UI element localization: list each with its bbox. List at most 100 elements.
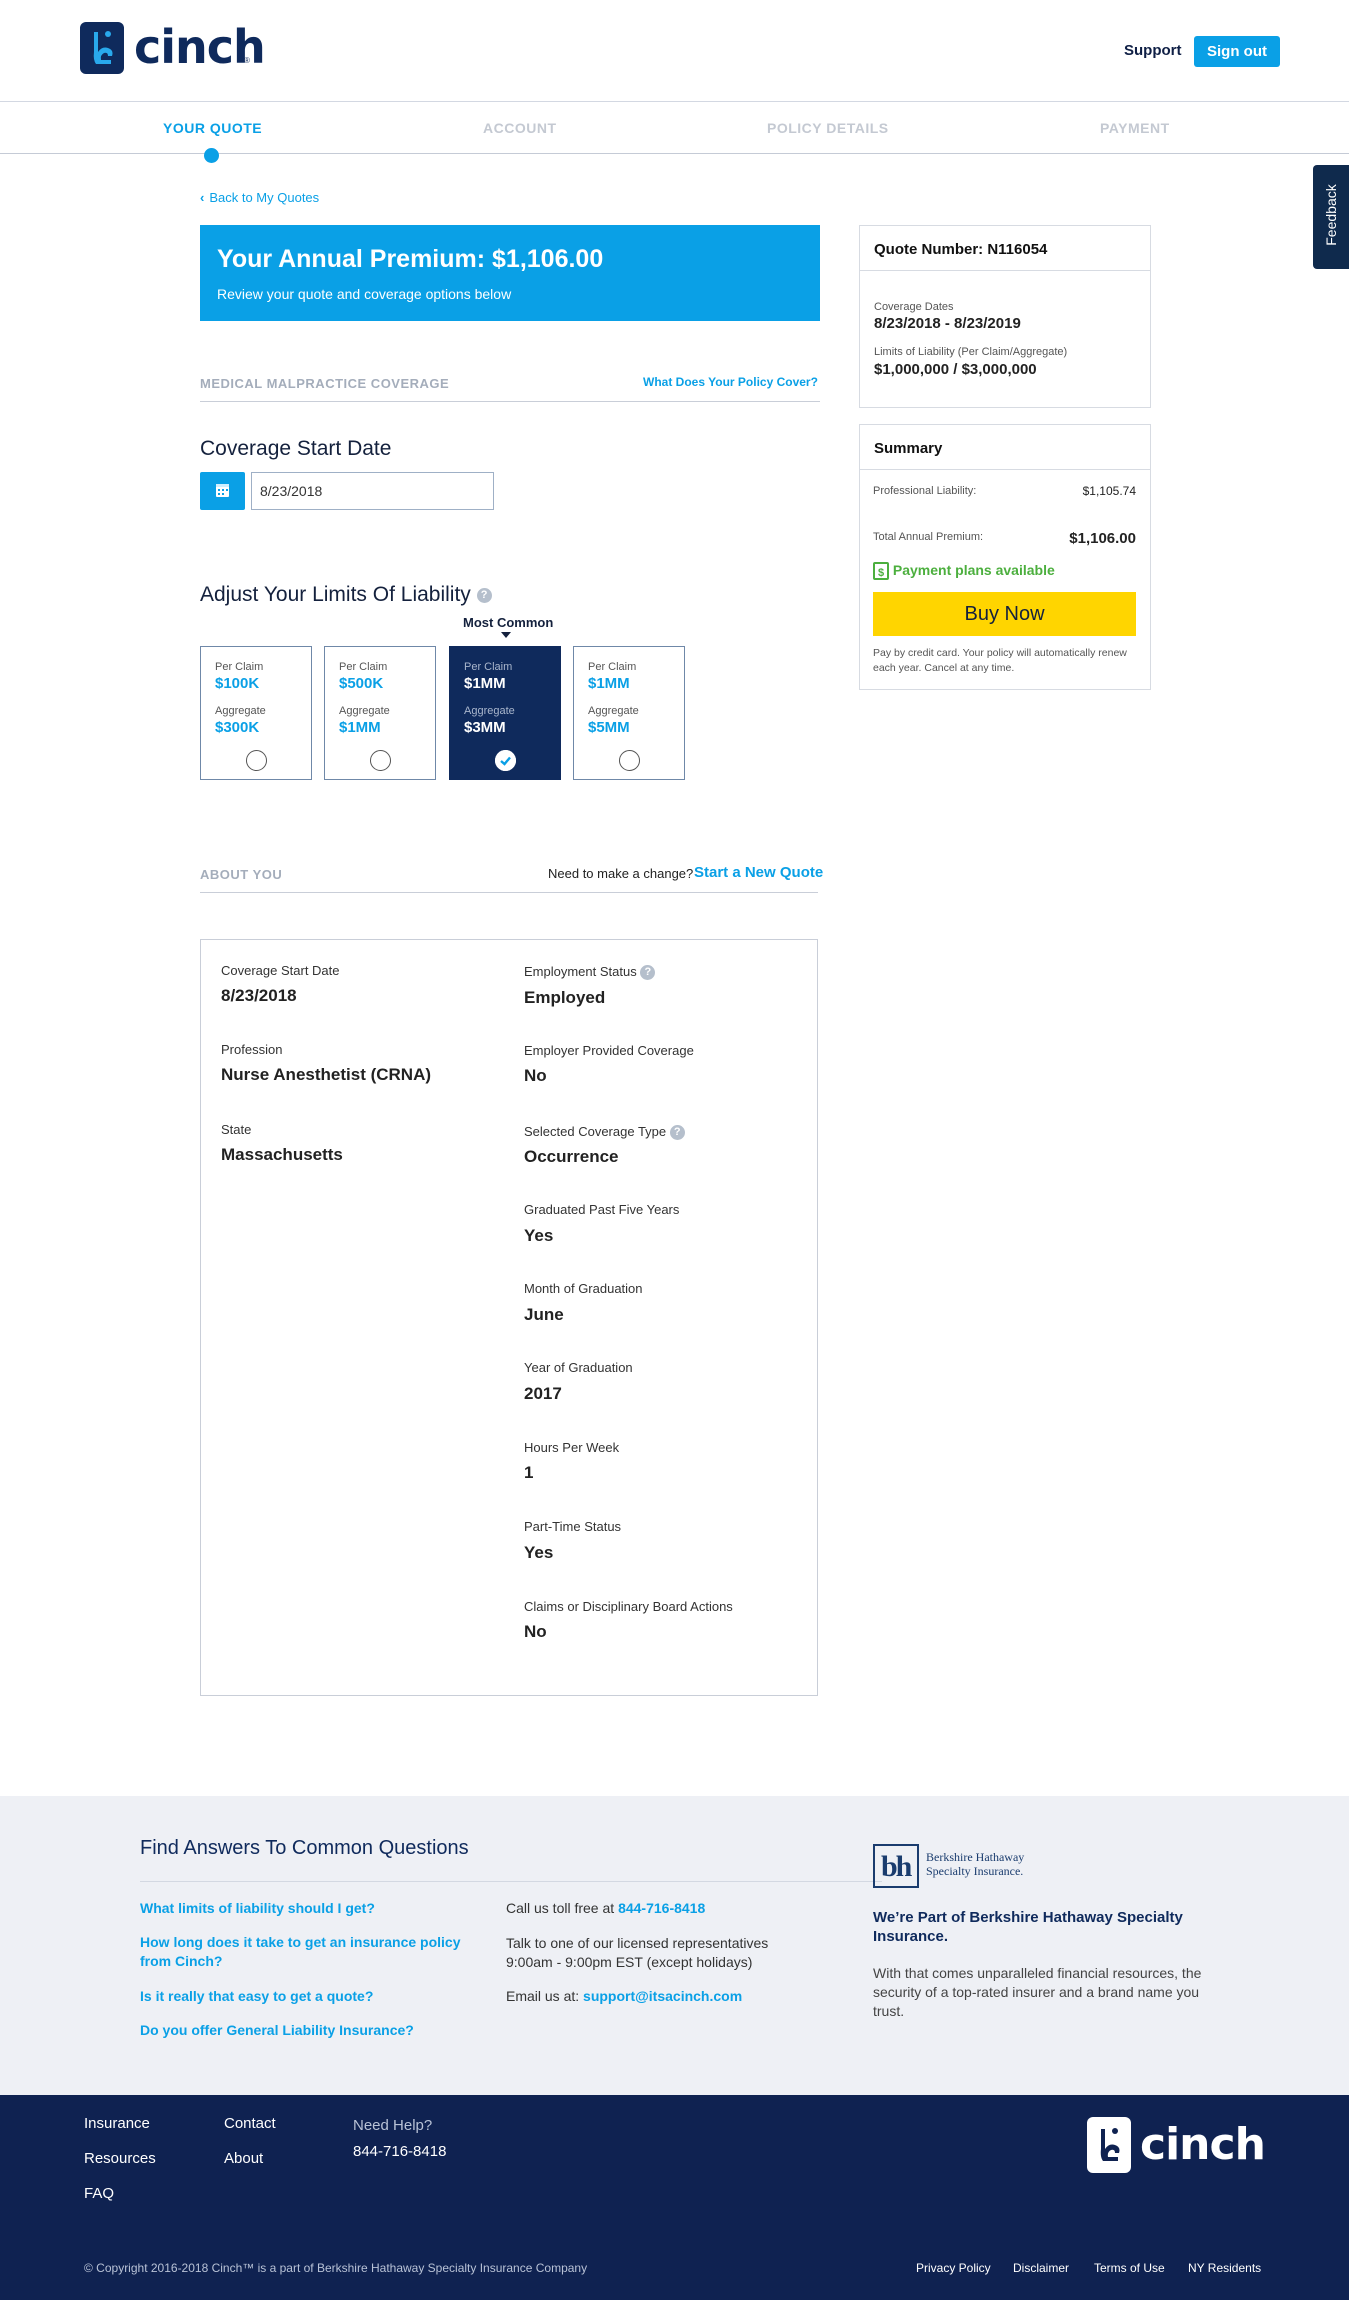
terms-of-use-link[interactable]: Terms of Use: [1094, 2261, 1165, 2275]
site-header: cinch ® Support Sign out: [0, 0, 1349, 102]
field-label: Profession: [221, 1042, 283, 1057]
aggregate-value: $5MM: [588, 719, 630, 736]
limit-option-1mm-3mm[interactable]: Per Claim $1MM Aggregate $3MM: [449, 646, 561, 780]
field-label: Selected Coverage Type ?: [524, 1124, 685, 1141]
field-label: Employer Provided Coverage: [524, 1043, 694, 1058]
cinch-logo-icon[interactable]: [1087, 2117, 1131, 2173]
down-arrow-icon: [501, 632, 511, 638]
footer-link-contact[interactable]: Contact: [224, 2115, 276, 2132]
payment-plans-link[interactable]: $ Payment plans available: [873, 562, 1055, 581]
aggregate-label: Aggregate: [339, 705, 390, 717]
email-link[interactable]: support@itsacinch.com: [583, 1988, 742, 2004]
aggregate-label: Aggregate: [464, 705, 515, 717]
buy-now-button[interactable]: Buy Now: [873, 592, 1136, 636]
field-value: 1: [524, 1463, 534, 1482]
quote-number: Quote Number: N116054: [874, 241, 1048, 258]
calendar-button[interactable]: [200, 472, 245, 510]
section-divider: [200, 892, 818, 893]
coverage-section-title: MEDICAL MALPRACTICE COVERAGE: [200, 376, 450, 391]
call-info: Call us toll free at 844-716-8418: [506, 1900, 705, 1916]
current-step-indicator: [204, 148, 219, 163]
radio-button[interactable]: [370, 750, 391, 771]
field-label-text: Employment Status: [524, 964, 637, 979]
email-text: Email us at:: [506, 1988, 580, 2004]
limit-option-500k[interactable]: Per Claim $500K Aggregate $1MM: [324, 646, 436, 780]
coverage-start-date-input[interactable]: [251, 472, 494, 510]
coverage-dates-value: 8/23/2018 - 8/23/2019: [874, 315, 1021, 332]
per-claim-label: Per Claim: [588, 661, 637, 673]
calendar-icon: [216, 484, 229, 497]
aggregate-value: $300K: [215, 719, 260, 736]
field-value: Yes: [524, 1226, 554, 1245]
help-icon[interactable]: ?: [640, 965, 656, 981]
per-claim-value: $1MM: [464, 675, 506, 692]
aggregate-value: $3MM: [464, 719, 506, 736]
start-new-quote-link[interactable]: Start a New Quote: [694, 864, 823, 881]
aggregate-label: Aggregate: [588, 705, 639, 717]
field-label: Employment Status ?: [524, 964, 656, 981]
faq-question[interactable]: Do you offer General Liability Insurance…: [140, 2022, 414, 2038]
field-label: Year of Graduation: [524, 1360, 633, 1375]
most-common-label: Most Common: [463, 615, 554, 630]
professional-liability-value: $1,105.74: [1082, 484, 1136, 498]
bh-logo-line-2: Specialty Insurance.: [926, 1864, 1024, 1878]
cinch-logo-wordmark[interactable]: cinch: [134, 20, 266, 74]
field-label: Coverage Start Date: [221, 963, 340, 978]
help-icon[interactable]: ?: [669, 1125, 685, 1141]
faq-section: Find Answers To Common Questions What li…: [0, 1796, 1349, 2095]
step-your-quote[interactable]: YOUR QUOTE: [163, 120, 262, 136]
limit-option-1mm-5mm[interactable]: Per Claim $1MM Aggregate $5MM: [573, 646, 685, 780]
footer-link-about[interactable]: About: [224, 2150, 263, 2167]
footer-link-insurance[interactable]: Insurance: [84, 2115, 150, 2132]
faq-question[interactable]: What limits of liability should I get?: [140, 1900, 375, 1916]
footer-link-faq[interactable]: FAQ: [84, 2185, 114, 2202]
cinch-logo-wordmark[interactable]: cinch: [1140, 2119, 1266, 2170]
footer-link-resources[interactable]: Resources: [84, 2150, 156, 2167]
phone-link[interactable]: 844-716-8418: [618, 1900, 705, 1916]
payment-plans-text: Payment plans available: [892, 562, 1055, 578]
about-you-section-title: ABOUT YOU: [200, 867, 283, 882]
limit-option-100k[interactable]: Per Claim $100K Aggregate $300K: [200, 646, 312, 780]
svg-text:$: $: [878, 567, 884, 579]
support-link[interactable]: Support: [1124, 42, 1182, 59]
per-claim-value: $500K: [339, 675, 384, 692]
cinch-logo-icon[interactable]: [80, 22, 124, 74]
radio-button[interactable]: [246, 750, 267, 771]
sign-out-button[interactable]: Sign out: [1194, 36, 1280, 67]
total-premium-label: Total Annual Premium:: [873, 531, 984, 543]
help-icon[interactable]: ?: [476, 587, 492, 603]
coverage-dates-label: Coverage Dates: [874, 301, 954, 313]
faq-question[interactable]: Is it really that easy to get a quote?: [140, 1988, 373, 2004]
bh-logo-line-1: Berkshire Hathaway: [926, 1850, 1025, 1864]
email-info: Email us at: support@itsacinch.com: [506, 1988, 742, 2004]
per-claim-label: Per Claim: [215, 661, 264, 673]
faq-question[interactable]: How long does it take to get an insuranc…: [140, 1933, 480, 1971]
copyright: © Copyright 2016-2018 Cinch™ is a part o…: [84, 2261, 588, 2275]
field-label: State: [221, 1122, 252, 1137]
site-footer: Insurance Resources FAQ Contact About Ne…: [0, 2095, 1349, 2300]
disclaimer-link[interactable]: Disclaimer: [1013, 2261, 1069, 2275]
field-value: Nurse Anesthetist (CRNA): [221, 1065, 432, 1084]
summary-title: Summary: [874, 440, 943, 457]
premium-subtitle: Review your quote and coverage options b…: [217, 286, 512, 302]
aggregate-label: Aggregate: [215, 705, 266, 717]
faq-title: Find Answers To Common Questions: [140, 1837, 469, 1859]
premium-title: Your Annual Premium: $1,106.00: [217, 245, 604, 273]
berkshire-hathaway-logo-icon: bh: [873, 1844, 919, 1888]
field-label: Part-Time Status: [524, 1519, 622, 1534]
ny-residents-link[interactable]: NY Residents: [1188, 2261, 1261, 2275]
professional-liability-label: Professional Liability:: [873, 485, 977, 497]
policy-cover-link[interactable]: What Does Your Policy Cover?: [643, 375, 818, 389]
field-value: No: [524, 1066, 547, 1085]
privacy-policy-link[interactable]: Privacy Policy: [916, 2261, 991, 2275]
feedback-tab[interactable]: Feedback: [1313, 165, 1349, 269]
total-premium-value: $1,106.00: [1069, 530, 1136, 547]
step-policy-details: POLICY DETAILS: [767, 120, 889, 136]
radio-button[interactable]: [619, 750, 640, 771]
radio-checked-icon[interactable]: [495, 750, 516, 771]
back-link-label: Back to My Quotes: [209, 190, 320, 205]
per-claim-value: $100K: [215, 675, 260, 692]
field-label: Graduated Past Five Years: [524, 1202, 680, 1217]
footer-phone[interactable]: 844-716-8418: [353, 2143, 446, 2160]
back-to-quotes-link[interactable]: ‹ Back to My Quotes: [200, 190, 319, 205]
